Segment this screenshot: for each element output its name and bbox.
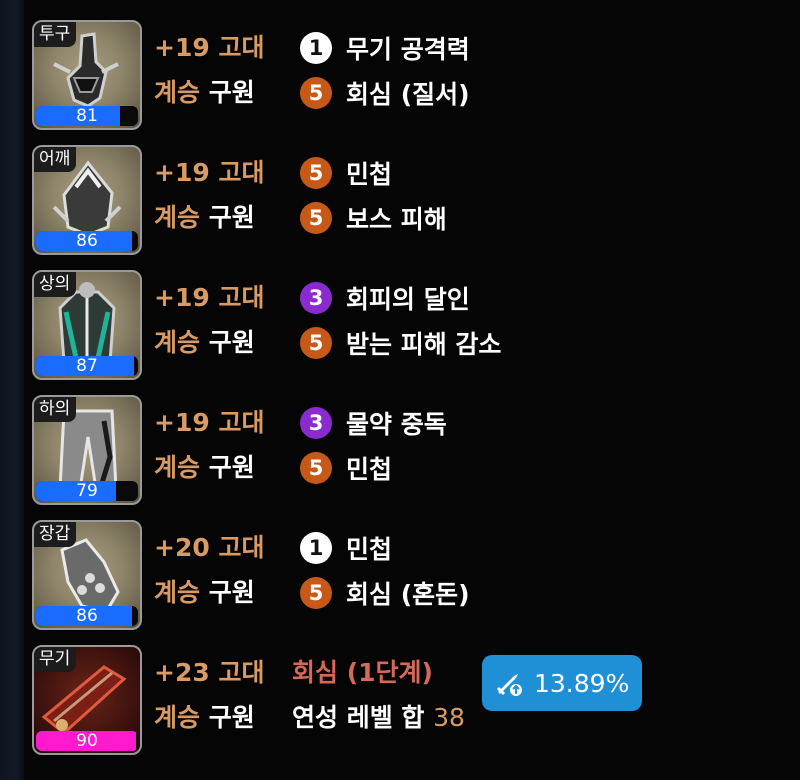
- effect-2: 5 민첩: [300, 451, 392, 485]
- item-level-bar: 87: [36, 356, 138, 376]
- item-level-bar: 86: [36, 606, 138, 626]
- set-b: 구원: [208, 703, 255, 732]
- tier-badge: 1: [300, 32, 332, 64]
- effect-name: 회심 (혼돈): [346, 580, 470, 609]
- tier-badge: 5: [300, 577, 332, 609]
- top-item-thumb[interactable]: 상의 87: [32, 270, 142, 380]
- effect-name: 회심 (질서): [346, 80, 470, 109]
- slot-label: 어깨: [34, 147, 77, 172]
- set-label: 계승 구원: [154, 703, 255, 733]
- effect-1: 3 물약 중독: [300, 406, 447, 440]
- item-level-bar: 81: [36, 106, 138, 126]
- enhance-label: +19 고대: [154, 408, 265, 437]
- slot-label: 하의: [34, 397, 77, 422]
- item-level-bar: 90: [36, 731, 138, 751]
- set-label: 계승 구원: [154, 203, 255, 233]
- item-level-bar: 79: [36, 481, 138, 501]
- tier-badge: 5: [300, 202, 332, 234]
- damage-increase-badge[interactable]: 13.89%: [482, 655, 642, 711]
- effect-name: 무기 공격력: [346, 35, 470, 64]
- effect-2: 5 회심 (혼돈): [300, 576, 470, 610]
- tier-badge: 5: [300, 327, 332, 359]
- slot-label: 투구: [34, 22, 77, 47]
- set-b: 구원: [208, 453, 255, 482]
- effect-name: 보스 피해: [346, 205, 447, 234]
- effect-2: 5 회심 (질서): [300, 76, 470, 110]
- effect-name: 받는 피해 감소: [346, 330, 502, 359]
- tier-badge: 5: [300, 452, 332, 484]
- tier-badge: 3: [300, 282, 332, 314]
- item-level: 90: [76, 731, 98, 751]
- equipment-row-bottom[interactable]: 하의 79 +19 고대 계승 구원 3 물약 중독 5 민첩: [24, 375, 800, 505]
- tier-badge: 1: [300, 532, 332, 564]
- refine-label: 연성 레벨 합: [292, 703, 425, 732]
- equipment-row-gloves[interactable]: 장갑 86 +20 고대 계승 구원 1 민첩 5 회심 (혼돈): [24, 500, 800, 630]
- gloves-item-thumb[interactable]: 장갑 86: [32, 520, 142, 630]
- slot-label: 장갑: [34, 522, 77, 547]
- effect-2: 5 받는 피해 감소: [300, 326, 501, 360]
- slot-label: 상의: [34, 272, 77, 297]
- enhance-label: +23 고대: [154, 658, 265, 687]
- set-a: 계승: [154, 203, 201, 232]
- slot-label: 무기: [34, 647, 77, 672]
- set-a: 계승: [154, 453, 201, 482]
- set-label: 계승 구원: [154, 453, 255, 483]
- refine-level-sum: 연성 레벨 합 38: [292, 703, 465, 733]
- set-a: 계승: [154, 78, 201, 107]
- set-b: 구원: [208, 203, 255, 232]
- equipment-panel: 투구 81 +19 고대 계승 구원 1 무기 공격력 5 회심 (질서) 어깨…: [24, 0, 800, 780]
- shoulder-item-thumb[interactable]: 어깨 86: [32, 145, 142, 255]
- enhance-label: +19 고대: [154, 158, 265, 187]
- refine-value: 38: [433, 703, 465, 732]
- equipment-row-shoulder[interactable]: 어깨 86 +19 고대 계승 구원 5 민첩 5 보스 피해: [24, 125, 800, 255]
- effect-name: 물약 중독: [346, 410, 447, 439]
- enhance-label: +19 고대: [154, 33, 265, 62]
- set-label: 계승 구원: [154, 328, 255, 358]
- set-b: 구원: [208, 328, 255, 357]
- effect-2: 5 보스 피해: [300, 201, 447, 235]
- effect-1: 3 회피의 달인: [300, 281, 470, 315]
- effect-1: 1 민첩: [300, 531, 392, 565]
- effect-name: 민첩: [346, 535, 393, 564]
- weapon-item-thumb[interactable]: 무기 90: [32, 645, 142, 755]
- item-level: 86: [76, 231, 98, 251]
- bottom-item-thumb[interactable]: 하의 79: [32, 395, 142, 505]
- weapon-crit-stage: 회심 (1단계): [292, 658, 433, 687]
- set-label: 계승 구원: [154, 578, 255, 608]
- set-label: 계승 구원: [154, 78, 255, 108]
- item-level: 86: [76, 606, 98, 626]
- item-level: 87: [76, 356, 98, 376]
- tier-badge: 5: [300, 77, 332, 109]
- tier-badge: 3: [300, 407, 332, 439]
- set-a: 계승: [154, 328, 201, 357]
- sword-upgrade-icon: [496, 674, 522, 696]
- enhance-label: +19 고대: [154, 283, 265, 312]
- effect-1: 5 민첩: [300, 156, 392, 190]
- helmet-item-thumb[interactable]: 투구 81: [32, 20, 142, 130]
- set-b: 구원: [208, 578, 255, 607]
- equipment-row-helmet[interactable]: 투구 81 +19 고대 계승 구원 1 무기 공격력 5 회심 (질서): [24, 0, 800, 130]
- item-level-bar: 86: [36, 231, 138, 251]
- item-level: 79: [76, 481, 98, 501]
- effect-name: 민첩: [346, 160, 393, 189]
- equipment-row-weapon[interactable]: 무기 90 +23 고대 계승 구원 회심 (1단계) 연성 레벨 합 38 1…: [24, 625, 800, 755]
- equipment-row-top[interactable]: 상의 87 +19 고대 계승 구원 3 회피의 달인 5 받는 피해 감소: [24, 250, 800, 380]
- item-level: 81: [76, 106, 98, 126]
- effect-name: 회피의 달인: [346, 285, 470, 314]
- side-edge: [0, 0, 24, 780]
- set-b: 구원: [208, 78, 255, 107]
- set-a: 계승: [154, 578, 201, 607]
- effect-1: 1 무기 공격력: [300, 31, 470, 65]
- enhance-label: +20 고대: [154, 533, 265, 562]
- set-a: 계승: [154, 703, 201, 732]
- tier-badge: 5: [300, 157, 332, 189]
- effect-name: 민첩: [346, 455, 393, 484]
- damage-increase-value: 13.89%: [534, 668, 630, 698]
